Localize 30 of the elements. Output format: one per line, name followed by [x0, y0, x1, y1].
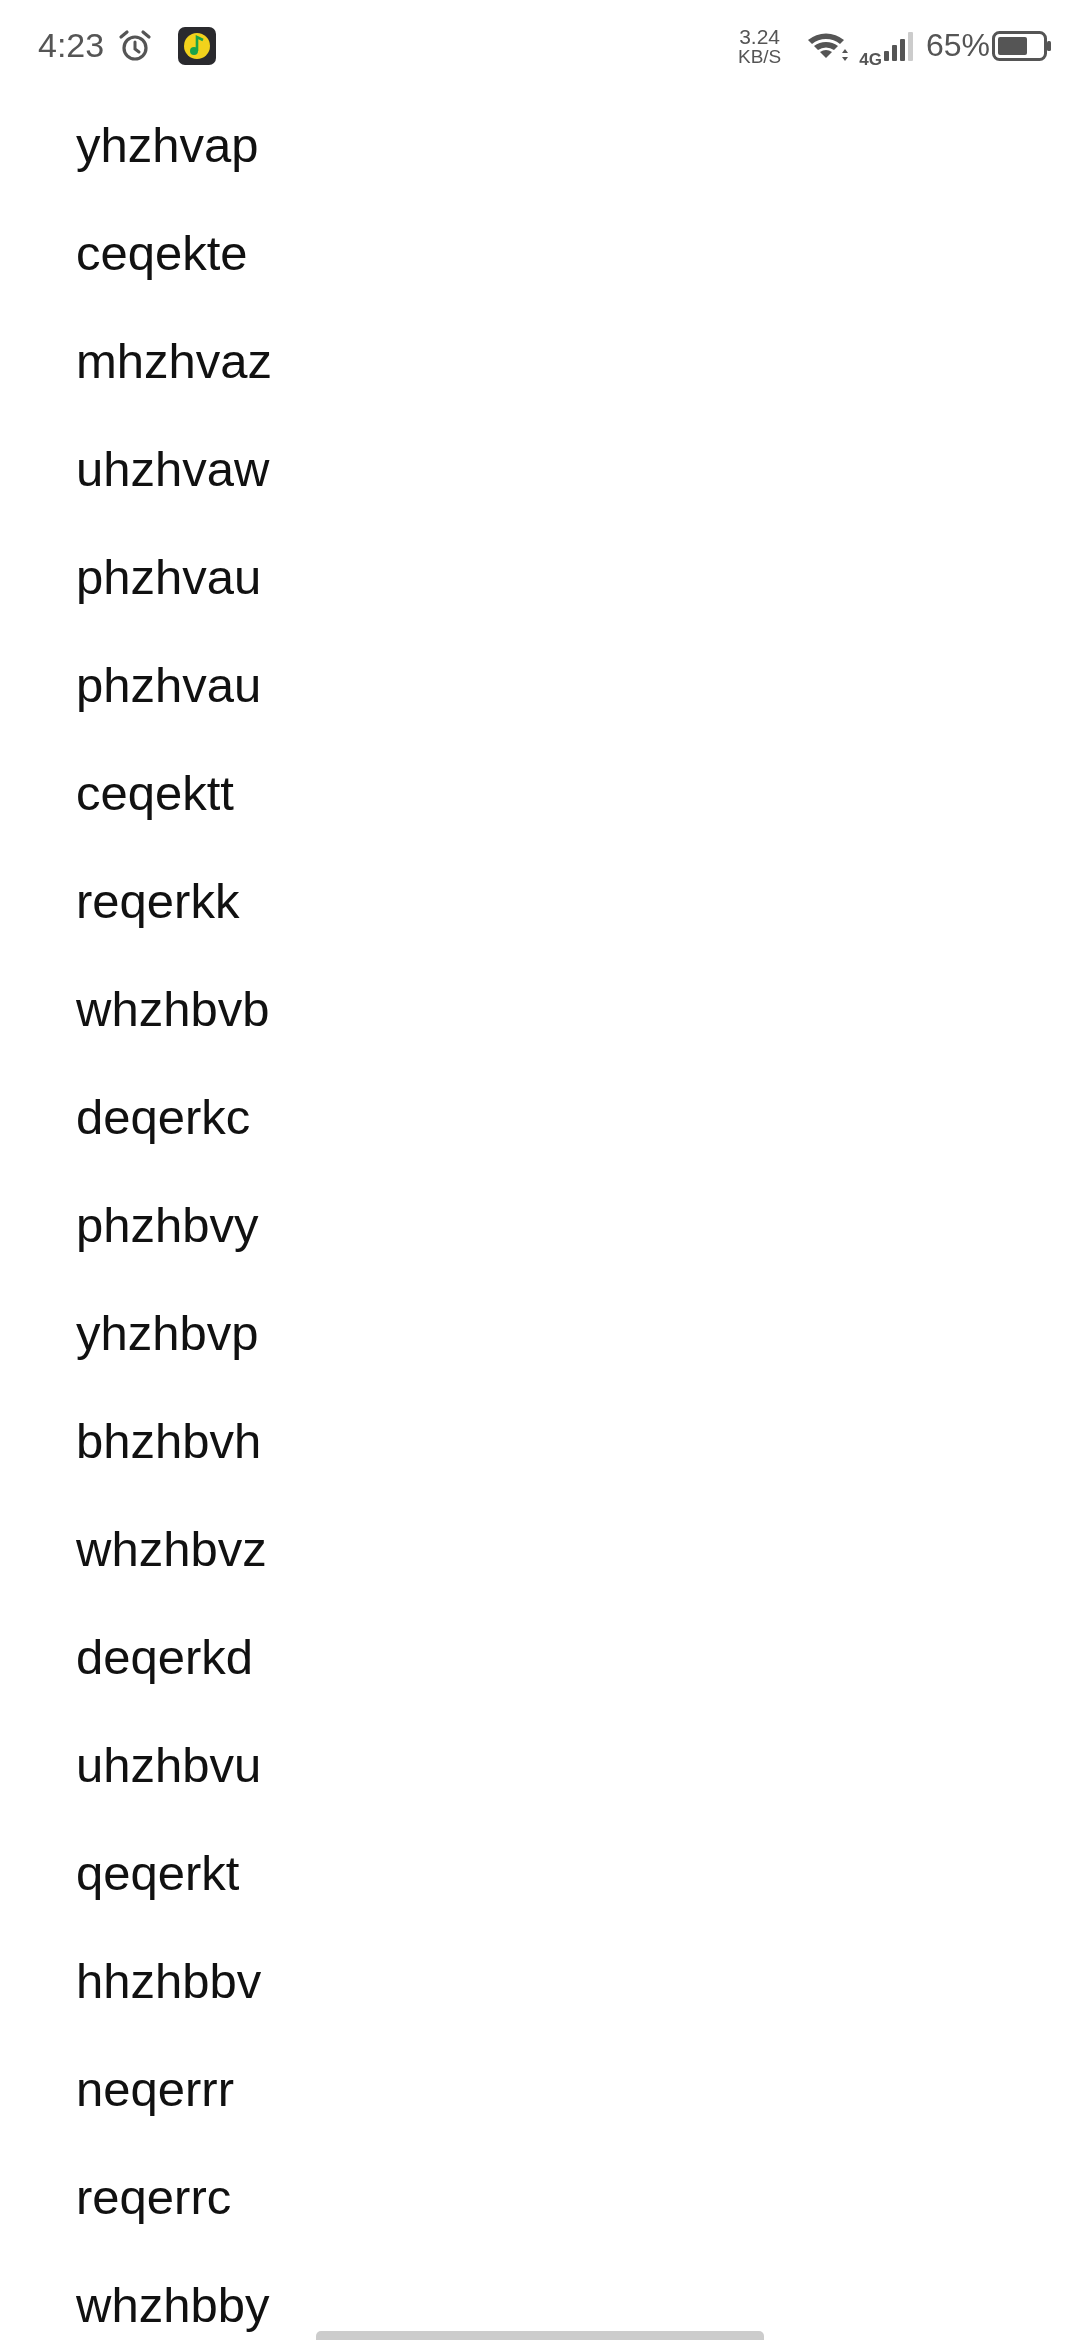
list-item[interactable]: phzhvau: [76, 656, 262, 714]
list-item[interactable]: bhzhbvh: [76, 1412, 262, 1470]
status-time: 4:23: [38, 26, 105, 65]
music-app-icon: [178, 26, 217, 65]
list-item[interactable]: whzhbby: [76, 2276, 270, 2334]
list-item[interactable]: neqerrr: [76, 2060, 234, 2118]
list-item[interactable]: deqerkc: [76, 1088, 251, 1146]
list-item[interactable]: uhzhvaw: [76, 440, 270, 498]
list-item[interactable]: ceqektt: [76, 764, 234, 822]
list-item[interactable]: reqerrc: [76, 2168, 232, 2226]
list-item[interactable]: yhzhvap: [76, 116, 259, 174]
list-item[interactable]: yhzhbvp: [76, 1304, 259, 1362]
list-item[interactable]: hhzhbbv: [76, 1952, 262, 2010]
list-item[interactable]: phzhbvy: [76, 1196, 259, 1254]
list-item[interactable]: uhzhbvu: [76, 1736, 262, 1794]
battery-icon: [992, 30, 1052, 61]
list-item[interactable]: ceqekte: [76, 224, 248, 282]
network-speed-unit: KB/S: [737, 46, 782, 66]
alarm-clock-icon: [118, 28, 153, 63]
list-item[interactable]: deqerkd: [76, 1628, 254, 1686]
network-speed-value: 3.24: [739, 25, 781, 47]
battery-percent: 65%: [925, 27, 990, 64]
network-type: 4G: [859, 49, 882, 70]
list-item[interactable]: whzhbvb: [76, 980, 270, 1038]
list-item[interactable]: qeqerkt: [76, 1844, 240, 1902]
list-item[interactable]: reqerkk: [76, 872, 240, 930]
list-item[interactable]: whzhbvz: [76, 1520, 267, 1578]
list-item[interactable]: mhzhvaz: [76, 332, 273, 390]
signal-icon: [883, 30, 914, 61]
list-item[interactable]: phzhvau: [76, 548, 262, 606]
